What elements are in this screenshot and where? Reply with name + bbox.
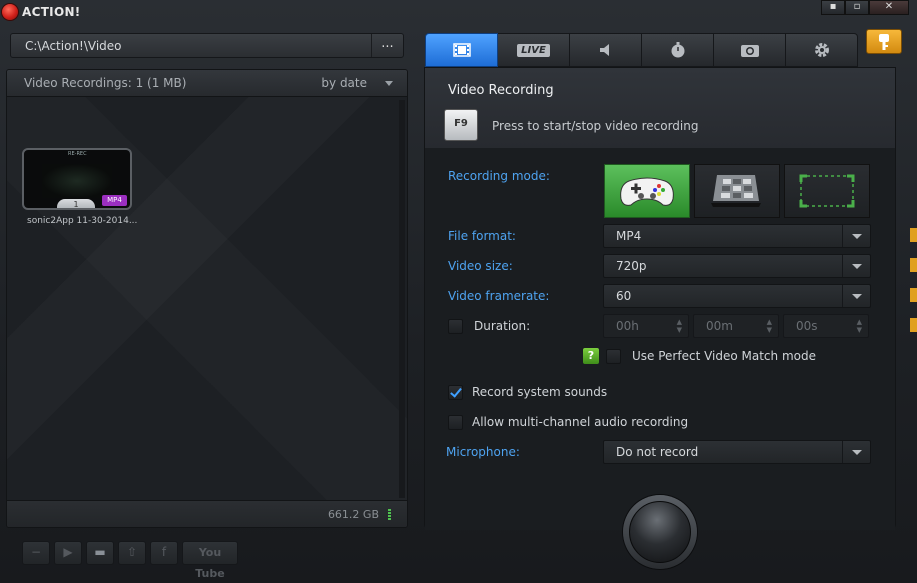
duration-hours-stepper[interactable]: 00h ▲ ▼ [603,314,689,338]
gamepad-icon [620,177,674,206]
format-badge: MP4 [102,195,127,206]
duration-seconds-stepper[interactable]: 00s ▲ ▼ [783,314,869,338]
stepper-arrows-icon: ▲ ▼ [676,318,682,334]
video-size-value: 720p [616,259,647,273]
recording-count-badge: 1 [57,199,95,208]
license-key-button[interactable] [866,29,902,54]
recording-name[interactable]: sonic2App 11-30-2014... [27,216,137,226]
key-icon [879,34,889,50]
duration-label: Duration: [474,319,531,333]
hotkey-button[interactable]: F9 [444,109,478,141]
tab-benchmark[interactable] [642,33,714,67]
mode-game-button[interactable] [604,164,690,218]
tab-settings[interactable] [786,33,858,67]
chevron-down-icon [852,264,862,269]
recording-mode-label: Recording mode: [448,169,550,183]
record-button-ring [623,495,697,569]
monitor-icon [711,175,761,207]
camera-icon [740,45,759,57]
sort-chevron-down-icon[interactable] [385,81,393,86]
stepper-arrows-icon: ▲ ▼ [766,318,772,334]
recordings-list: RE-REC 1 MP4 sonic2App 11-30-2014... [7,97,407,502]
start-recording-button[interactable] [629,501,691,563]
main-tabs: LIVE [425,33,858,67]
facebook-share-button[interactable]: f [150,541,178,565]
duration-seconds-value: 00s [796,319,818,333]
record-system-sounds-label: Record system sounds [472,385,608,399]
open-folder-button[interactable]: ▬ [86,541,114,565]
tab-screenshot[interactable] [714,33,786,67]
tab-audio[interactable] [570,33,642,67]
perfect-match-label: Use Perfect Video Match mode [632,349,816,363]
file-format-value: MP4 [616,229,642,243]
live-label: LIVE [517,43,550,57]
title-bar: ACTION! ▪ ▫ ✕ [0,0,917,24]
youtube-upload-button[interactable]: You Tube [182,541,238,580]
microphone-select[interactable]: Do not record [603,440,871,464]
help-icon[interactable]: ? [583,348,599,364]
duration-checkbox[interactable] [448,319,463,334]
stopwatch-icon [671,42,684,58]
upload-button[interactable]: ⇧ [118,541,146,565]
video-size-label: Video size: [448,259,513,273]
tab-live-streaming[interactable]: LIVE [498,33,570,67]
disk-indicator-icon [388,509,391,520]
recordings-toolbar: − ▶ ▬ ⇧ f You Tube [22,541,238,580]
thumbnail-preview-image [42,164,112,198]
disk-free-space: 661.2 GB [327,508,379,521]
video-framerate-select[interactable]: 60 [603,284,871,308]
recordings-title: Video Recordings: 1 (1 MB) [24,76,187,90]
chevron-down-icon [852,450,862,455]
play-recording-button[interactable]: ▶ [54,541,82,565]
action-app-window: ACTION! ▪ ▫ ✕ C:\Action!\Video ... Video… [0,0,917,583]
thumbnail-preview-text: RE-REC [68,151,87,157]
region-select-icon [799,174,855,208]
duration-minutes-stepper[interactable]: 00m ▲ ▼ [693,314,779,338]
file-format-label: File format: [448,229,516,243]
video-recording-panel: Video Recording F9 Press to start/stop v… [424,67,896,530]
video-size-select[interactable]: 720p [603,254,871,278]
multichannel-audio-label: Allow multi-channel audio recording [472,415,689,429]
delete-recording-button[interactable]: − [22,541,50,565]
speaker-icon [599,44,609,56]
duration-hours-value: 00h [616,319,639,333]
recordings-panel: Video Recordings: 1 (1 MB) by date RE-RE… [6,69,408,528]
recordings-scrollbar[interactable] [399,100,405,498]
path-text: C:\Action!\Video [25,39,122,53]
record-system-sounds-checkbox[interactable] [448,385,463,400]
recordings-footer: 661.2 GB [7,500,407,527]
multichannel-audio-checkbox[interactable] [448,415,463,430]
sort-dropdown[interactable]: by date [321,76,367,90]
microphone-value: Do not record [616,445,699,459]
chevron-down-icon [852,234,862,239]
mode-desktop-button[interactable] [694,164,780,218]
browse-path-button[interactable]: ... [371,34,403,57]
file-format-select[interactable]: MP4 [603,224,871,248]
perfect-match-checkbox[interactable] [606,349,621,364]
action-logo-icon [2,4,18,20]
stepper-arrows-icon: ▲ ▼ [856,318,862,334]
duration-minutes-value: 00m [706,319,733,333]
minimize-button[interactable]: ▪ [821,0,845,15]
app-title: ACTION! [22,5,81,19]
video-framerate-label: Video framerate: [448,289,550,303]
video-recording-header: Video Recording F9 Press to start/stop v… [425,68,895,148]
recording-thumbnail[interactable]: RE-REC 1 MP4 [22,148,132,210]
window-controls: ▪ ▫ ✕ [821,0,909,15]
maximize-button[interactable]: ▫ [845,0,869,15]
recordings-header: Video Recordings: 1 (1 MB) by date [7,70,407,97]
background-window-edge [910,228,917,348]
hotkey-description: Press to start/stop video recording [492,119,699,133]
microphone-label: Microphone: [446,445,520,459]
gear-icon [814,43,829,57]
recordings-path-field[interactable]: C:\Action!\Video ... [10,33,404,58]
chevron-down-icon [852,294,862,299]
close-button[interactable]: ✕ [869,0,909,15]
tab-video-recording[interactable] [425,33,498,67]
mode-region-button[interactable] [784,164,870,218]
video-framerate-value: 60 [616,289,632,303]
film-icon [452,43,471,57]
panel-title: Video Recording [448,83,554,98]
